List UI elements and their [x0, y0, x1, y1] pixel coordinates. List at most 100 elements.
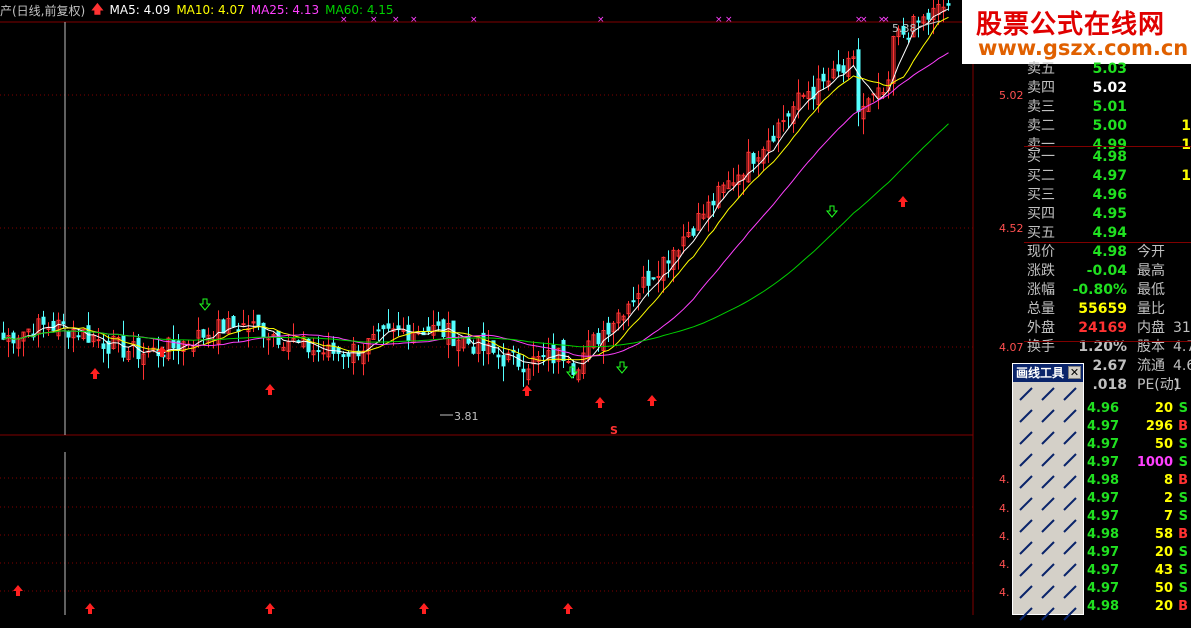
row-volume: 1: [1181, 118, 1191, 134]
candle-body: [471, 346, 476, 354]
fib-3-tool-icon[interactable]: [1060, 516, 1080, 536]
v-line-tool-icon[interactable]: [1060, 428, 1080, 448]
tick-side: B: [1178, 599, 1188, 614]
candle-body: [346, 352, 351, 357]
fan-1-tool-icon[interactable]: [1016, 582, 1036, 602]
bars-3-tool-icon[interactable]: [1060, 560, 1080, 580]
parallel-tool-icon[interactable]: [1038, 450, 1058, 470]
ma10-line: [3, 16, 949, 362]
quote-row: 外盘 24169 内盘 31: [1024, 319, 1191, 338]
row-value-2: 4.6: [1173, 358, 1191, 374]
sub-axis-label: 4.: [999, 586, 1010, 599]
h-line-tool-icon[interactable]: [1060, 406, 1080, 426]
cursor-tool-icon[interactable]: [1016, 384, 1036, 404]
bid-row: 买二 4.97 1: [1024, 167, 1191, 186]
gp-tool-icon[interactable]: [1038, 494, 1058, 514]
tick-row: 4.97 20 S: [1087, 544, 1191, 562]
tick-volume: 20: [1154, 401, 1173, 416]
close-icon[interactable]: ✕: [1068, 366, 1081, 379]
candle-body: [51, 320, 56, 331]
row-label: 涨幅: [1027, 282, 1055, 298]
row-value: 24169: [1078, 320, 1127, 336]
high-price-annotation: 5.38: [892, 22, 917, 35]
rect-tool-icon[interactable]: [1016, 604, 1036, 624]
line2-tool-icon[interactable]: [1038, 406, 1058, 426]
candle-body: [261, 322, 266, 339]
candle-body: [11, 332, 16, 344]
tick-volume: 58: [1154, 527, 1173, 542]
tick-price: 4.97: [1087, 437, 1120, 452]
candle-body: [501, 355, 506, 367]
h-segment-tool-icon[interactable]: [1038, 428, 1058, 448]
row-volume: 1: [1181, 168, 1191, 184]
circle-tool-icon[interactable]: [1060, 472, 1080, 492]
buy-arrow-icon: [13, 585, 23, 596]
triangle-tool-icon[interactable]: [1060, 582, 1080, 602]
text-123-tool-icon[interactable]: [1016, 450, 1036, 470]
candle-body: [666, 260, 671, 264]
tick-price: 4.97: [1087, 563, 1120, 578]
quote-row: 总量 55659 量比: [1024, 300, 1191, 319]
row-value: 55659: [1078, 301, 1127, 317]
gann-1-tool-icon[interactable]: [1016, 538, 1036, 558]
ma5-label: MA5: 4.09: [109, 3, 171, 17]
row-value: .018: [1092, 377, 1127, 393]
buy-arrow-icon: [647, 395, 657, 406]
candle-body: [841, 65, 846, 73]
signal-x-marker: ×: [882, 15, 890, 25]
candle-body: [646, 270, 651, 286]
candle-body: [221, 319, 226, 334]
tick-volume: 8: [1163, 473, 1173, 488]
fan-2-tool-icon[interactable]: [1038, 582, 1058, 602]
fib-1-tool-icon[interactable]: [1016, 516, 1036, 536]
gann-3-tool-icon[interactable]: [1060, 538, 1080, 558]
drawing-toolbox[interactable]: 画线工具 ✕: [1012, 363, 1084, 621]
candle-body: [406, 324, 411, 341]
ma10-label: MA10: 4.07: [176, 3, 245, 17]
tick-row: 4.97 2 S: [1087, 490, 1191, 508]
quote-row: 现价 4.98 今开: [1024, 243, 1191, 262]
tick-price: 4.96: [1087, 401, 1120, 416]
ray-diag-tool-icon[interactable]: [1016, 472, 1036, 492]
arc-tool-icon[interactable]: [1038, 472, 1058, 492]
candle-body: [566, 360, 571, 363]
parallel2-tool-icon[interactable]: [1060, 450, 1080, 470]
tick-volume: 7: [1163, 509, 1173, 524]
ma25-label: MA25: 4.13: [250, 3, 320, 17]
signal-x-marker: ×: [597, 15, 605, 25]
tick-side: S: [1178, 491, 1188, 506]
sell-arrow-icon: [825, 205, 839, 218]
candle-body: [711, 200, 716, 206]
candle-body: [606, 322, 611, 335]
ask-row: 卖二 5.00 1: [1024, 117, 1191, 136]
candle-body: [41, 316, 46, 325]
bars-1-tool-icon[interactable]: [1016, 560, 1036, 580]
row-label: 买一: [1027, 149, 1055, 165]
row-label: 卖二: [1027, 118, 1055, 134]
sell-arrow-icon: [615, 361, 629, 374]
ma60-line: [3, 123, 949, 348]
down-arrow-tool-icon[interactable]: [1060, 604, 1080, 624]
fib-2-tool-icon[interactable]: [1038, 516, 1058, 536]
gann-2-tool-icon[interactable]: [1038, 538, 1058, 558]
ma60-label: MA60: 4.15: [325, 3, 394, 17]
quote-row: 涨跌 -0.04 最高: [1024, 262, 1191, 281]
h-ray-tool-icon[interactable]: [1016, 428, 1036, 448]
ga-tool-icon[interactable]: [1060, 494, 1080, 514]
buy-arrow-icon: [898, 196, 908, 207]
segment-tool-icon[interactable]: [1016, 406, 1036, 426]
bars-2-tool-icon[interactable]: [1038, 560, 1058, 580]
line-tool-icon[interactable]: [1038, 384, 1058, 404]
candle-body: [96, 339, 101, 342]
ellipse-tool-icon[interactable]: [1016, 494, 1036, 514]
candle-body: [926, 12, 931, 20]
sub-axis-label: 4.: [999, 558, 1010, 571]
candle-body: [76, 335, 81, 338]
row-value: 4.95: [1092, 206, 1127, 222]
up-arrow-tool-icon[interactable]: [1038, 604, 1058, 624]
row-label: 总量: [1027, 301, 1055, 317]
buy-arrow-icon: [265, 603, 275, 614]
candle-body: [316, 350, 321, 353]
ray-tool-icon[interactable]: [1060, 384, 1080, 404]
signal-marker: S: [610, 424, 618, 437]
